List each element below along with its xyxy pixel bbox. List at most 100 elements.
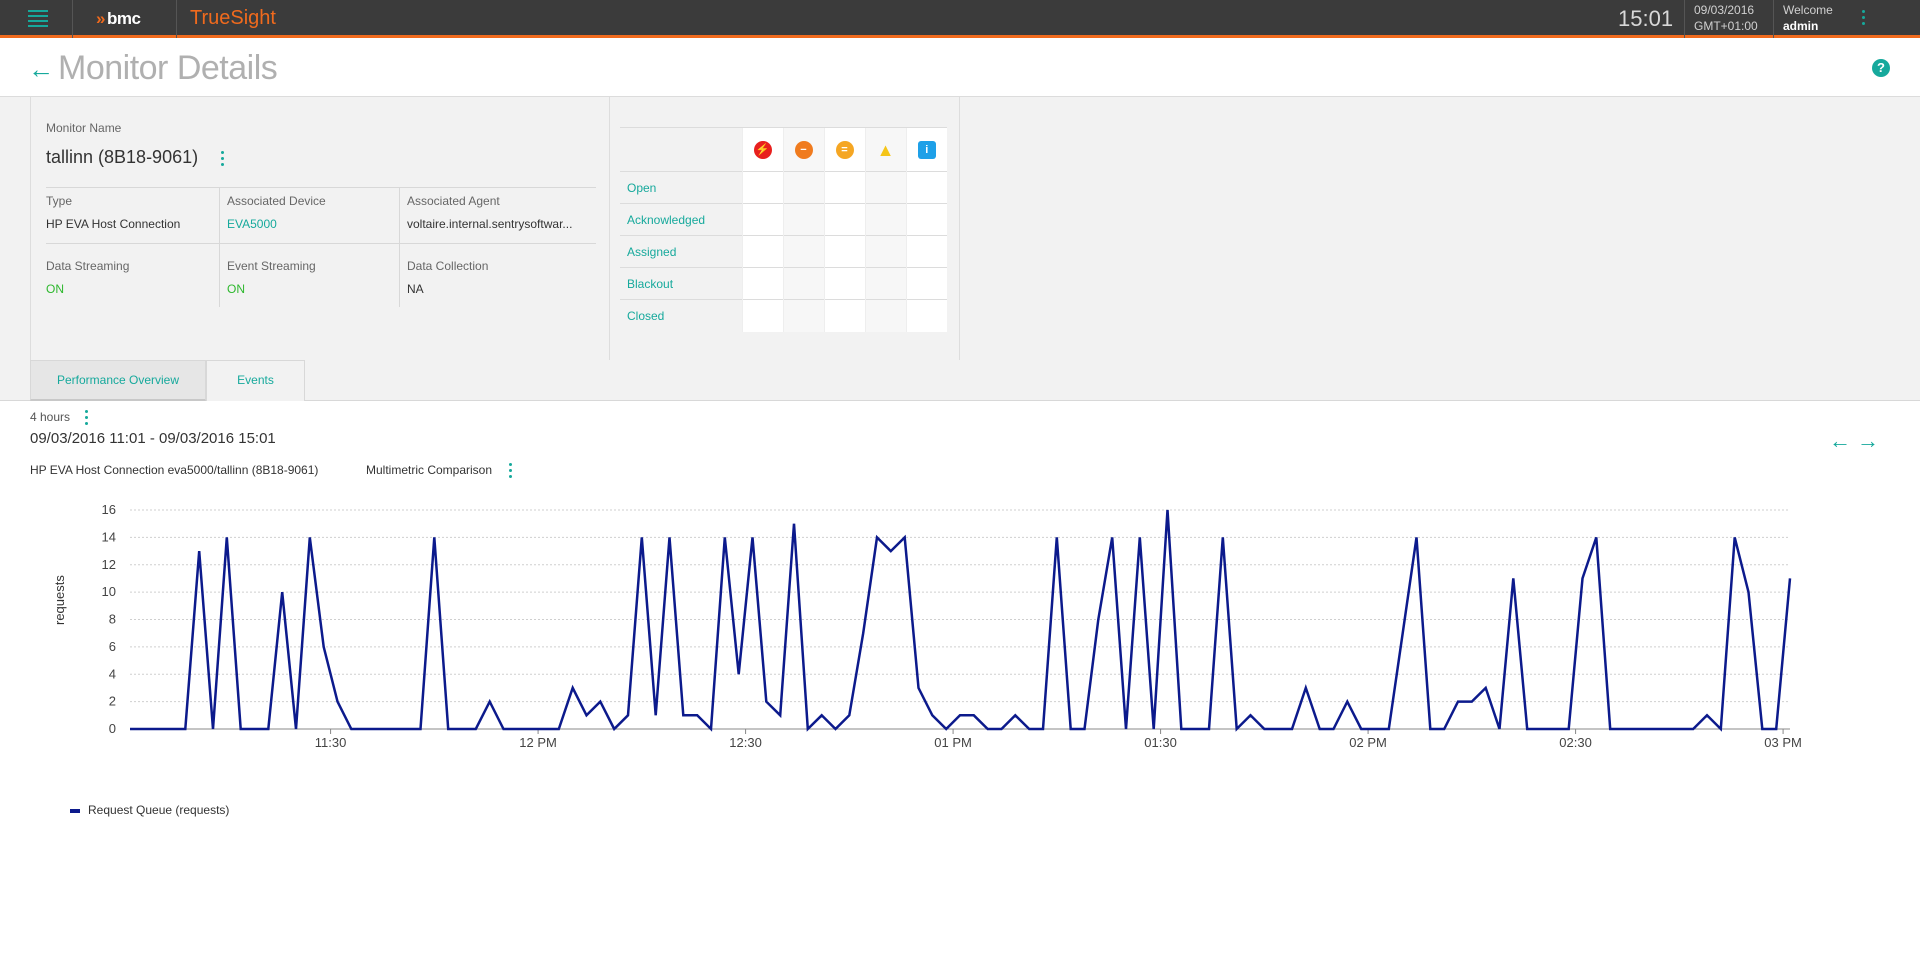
tab-events[interactable]: Events <box>206 360 305 401</box>
data-streaming-label: Data Streaming <box>46 259 130 273</box>
event-cell[interactable] <box>823 235 865 268</box>
next-period-icon[interactable]: → <box>1854 428 1882 456</box>
back-arrow-icon[interactable]: ← <box>28 54 54 85</box>
agent-value: voltaire.internal.sentrysoftwar... <box>407 217 573 231</box>
header-spacer <box>620 127 742 172</box>
event-cell[interactable] <box>905 203 947 236</box>
event-cell[interactable] <box>782 299 824 332</box>
chart-mode[interactable]: Multimetric Comparison <box>366 463 512 478</box>
divider <box>46 187 596 188</box>
type-label: Type <box>46 194 73 208</box>
page-header: ← Monitor Details ? <box>0 41 1920 97</box>
event-cell[interactable] <box>905 171 947 204</box>
chart-legend[interactable]: Request Queue (requests) <box>70 803 229 817</box>
event-cell[interactable] <box>864 171 906 204</box>
event-cell[interactable] <box>741 203 783 236</box>
date-timezone: 09/03/2016 GMT+01:00 <box>1694 2 1758 34</box>
info-header: i <box>905 127 947 172</box>
clock: 15:01 <box>1618 6 1674 31</box>
warning-header: ▲ <box>864 127 906 172</box>
events-row-blackout: Blackout <box>620 267 947 300</box>
event-cell[interactable] <box>864 203 906 236</box>
time-navigation: ← → <box>1826 428 1882 456</box>
event-cell[interactable] <box>741 267 783 300</box>
event-cell[interactable] <box>741 299 783 332</box>
warning-icon: ▲ <box>876 139 895 160</box>
welcome-label: Welcome <box>1783 3 1833 17</box>
severity-header-row: ⚡ − = ▲ i <box>620 127 947 172</box>
legend-item-request-queue: Request Queue (requests) <box>88 803 230 817</box>
row-open[interactable]: Open <box>620 171 742 204</box>
more-options-icon[interactable] <box>1862 10 1866 28</box>
event-cell[interactable] <box>741 171 783 204</box>
event-cell[interactable] <box>864 235 906 268</box>
info-icon: i <box>917 140 936 159</box>
chart-options-icon[interactable] <box>509 463 513 481</box>
events-row-acknowledged: Acknowledged <box>620 203 947 236</box>
top-bar: » bmc TrueSight 15:01 09/03/2016 GMT+01:0… <box>0 0 1920 38</box>
device-link[interactable]: EVA5000 <box>227 217 277 231</box>
current-date: 09/03/2016 <box>1694 3 1755 17</box>
timezone: GMT+01:00 <box>1694 19 1758 33</box>
x-tick-label: 02 PM <box>1349 735 1387 750</box>
user-welcome[interactable]: Welcome admin <box>1783 2 1833 34</box>
event-streaming-value: ON <box>227 282 245 296</box>
y-tick-label: 8 <box>109 612 116 627</box>
critical-icon: ⚡ <box>753 140 772 159</box>
y-tick-label: 4 <box>109 666 116 681</box>
event-cell[interactable] <box>823 299 865 332</box>
event-cell[interactable] <box>823 171 865 204</box>
monitor-name-label: Monitor Name <box>46 121 122 135</box>
divider <box>72 0 73 38</box>
event-cell[interactable] <box>905 267 947 300</box>
x-tick-label: 12:30 <box>729 735 762 750</box>
y-tick-label: 16 <box>102 502 116 517</box>
events-row-closed: Closed <box>620 299 947 332</box>
event-cell[interactable] <box>823 267 865 300</box>
time-range-options-icon[interactable] <box>85 410 89 428</box>
monitor-name: tallinn (8B18-9061) <box>46 147 199 167</box>
event-cell[interactable] <box>782 171 824 204</box>
y-tick-label: 10 <box>102 584 116 599</box>
help-icon[interactable]: ? <box>1872 59 1890 77</box>
event-cell[interactable] <box>782 235 824 268</box>
data-collection-value: NA <box>407 282 424 296</box>
tab-performance-overview[interactable]: Performance Overview <box>30 360 206 401</box>
critical-header: ⚡ <box>741 127 783 172</box>
divider <box>1684 0 1685 38</box>
row-closed[interactable]: Closed <box>620 299 742 332</box>
x-tick-label: 12 PM <box>519 735 557 750</box>
event-cell[interactable] <box>741 235 783 268</box>
bmc-logo: » bmc <box>96 9 141 28</box>
event-cell[interactable] <box>905 235 947 268</box>
y-tick-label: 6 <box>109 639 116 654</box>
request-queue-chart[interactable]: 0 2 4 6 8 10 12 14 16 11:30 12 PM 12:30 01 PM 01:30 02… <box>80 500 1820 760</box>
events-row-assigned: Assigned <box>620 235 947 268</box>
type-value: HP EVA Host Connection <box>46 217 181 231</box>
event-streaming-label: Event Streaming <box>227 259 316 273</box>
previous-period-icon[interactable]: ← <box>1826 428 1854 456</box>
monitor-options-icon[interactable] <box>221 151 225 169</box>
row-assigned[interactable]: Assigned <box>620 235 742 268</box>
event-cell[interactable] <box>782 267 824 300</box>
time-range-label: 4 hours <box>30 410 71 424</box>
divider <box>399 187 400 307</box>
data-streaming-value: ON <box>46 282 64 296</box>
major-header: − <box>782 127 824 172</box>
minor-header: = <box>823 127 865 172</box>
product-name: TrueSight <box>190 7 276 29</box>
event-cell[interactable] <box>782 203 824 236</box>
row-blackout[interactable]: Blackout <box>620 267 742 300</box>
monitor-info-panel: Monitor Name tallinn (8B18-9061) Type HP… <box>30 97 610 360</box>
hamburger-menu-icon[interactable] <box>28 10 48 28</box>
row-acknowledged[interactable]: Acknowledged <box>620 203 742 236</box>
x-tick-label: 01 PM <box>934 735 972 750</box>
event-cell[interactable] <box>905 299 947 332</box>
event-cell[interactable] <box>864 267 906 300</box>
divider <box>176 0 177 38</box>
time-range-selector[interactable]: 4 hours <box>30 410 88 425</box>
event-cell[interactable] <box>823 203 865 236</box>
event-cell[interactable] <box>864 299 906 332</box>
legend-swatch <box>70 808 80 813</box>
divider <box>1773 0 1774 38</box>
